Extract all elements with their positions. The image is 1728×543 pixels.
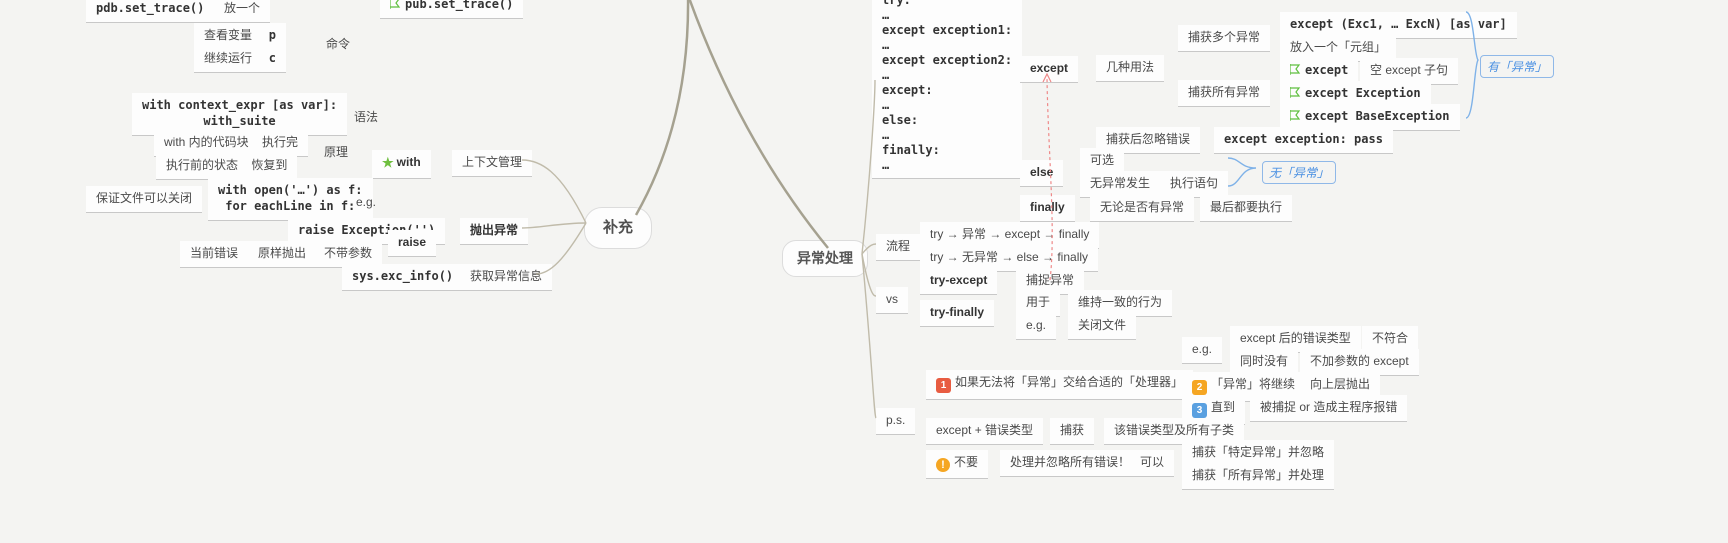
try-finally: try-finally	[920, 300, 994, 327]
get-exc-info: 获取异常信息	[460, 264, 552, 291]
excl-icon: !	[936, 458, 950, 472]
finally-node: finally	[1020, 195, 1075, 222]
supplement-hub: 补充	[584, 207, 652, 249]
pdb-set-trace-2: pub.set_trace()	[380, 0, 523, 19]
principle-label: 原理	[314, 140, 358, 166]
sys-exc-info: sys.exc_info()	[342, 264, 463, 291]
pdb-set-trace: pdb.set_trace()	[86, 0, 214, 23]
ps-row3-can: 可以	[1130, 450, 1174, 477]
catch-multi: 捕获多个异常	[1178, 25, 1270, 52]
try-block: try: … except exception1: … except excep…	[872, 0, 1022, 179]
continue-run: 继续运行 c	[194, 46, 286, 73]
except-pass: except exception: pass	[1214, 127, 1393, 154]
close-file: 关闭文件	[1068, 313, 1136, 340]
eg-finally: e.g.	[1016, 313, 1056, 340]
command-label: 命令	[316, 32, 360, 58]
ps-row3-handle: 处理并忽略所有错误！	[1000, 450, 1140, 477]
raise-node: raise	[388, 230, 436, 257]
no-exc-label: 无「异常」	[1262, 161, 1336, 184]
badge-3: 3	[1192, 403, 1207, 418]
state-before-exec: 执行前的状态 恢复到	[156, 153, 297, 180]
ps-row3-dont: !不要	[926, 450, 988, 479]
usages: 几种用法	[1096, 55, 1164, 82]
except-node: except	[1020, 56, 1078, 83]
flag-icon	[1290, 87, 1301, 98]
vs: vs	[876, 287, 908, 314]
syntax-label: 语法	[344, 105, 388, 131]
ensure-close: 保证文件可以关闭	[86, 186, 202, 213]
badge-2: 2	[1192, 380, 1207, 395]
always-exec: 最后都要执行	[1200, 195, 1292, 222]
eg-with: e.g.	[346, 190, 386, 216]
flag-icon	[1290, 110, 1301, 121]
ps-row1: 1如果无法将「异常」交给合适的「处理器」	[926, 370, 1193, 400]
throw-exc: 抛出异常	[460, 218, 528, 245]
flag-icon	[1290, 64, 1301, 75]
flow: 流程	[876, 234, 920, 261]
ps: p.s.	[876, 408, 915, 435]
ps-caught-or: 被捕捉 or 造成主程序报错	[1250, 395, 1407, 422]
star-icon: ★	[382, 155, 394, 170]
ps-row2-m: 捕获	[1050, 418, 1094, 445]
flag-icon	[390, 0, 401, 9]
whether-exc: 无论是否有异常	[1090, 195, 1194, 222]
ps-eg: e.g.	[1182, 337, 1222, 364]
badge-1: 1	[936, 378, 951, 393]
try-except: try-except	[920, 268, 997, 295]
current-error: 当前错误	[180, 241, 248, 268]
ctx-mgr: 上下文管理	[452, 150, 532, 177]
throw-as-is: 原样抛出	[248, 241, 316, 268]
exc-handling-hub: 异常处理	[782, 240, 868, 277]
else-node: else	[1020, 160, 1063, 187]
catch-all: 捕获所有异常	[1178, 80, 1270, 107]
place-one: 放一个	[214, 0, 270, 23]
has-exc-label: 有「异常」	[1480, 55, 1554, 78]
ps-row2-l: except + 错误类型	[926, 418, 1043, 445]
with-node: ★with	[372, 150, 431, 179]
ps-row3-c2: 捕获「所有异常」并处理	[1182, 463, 1334, 490]
